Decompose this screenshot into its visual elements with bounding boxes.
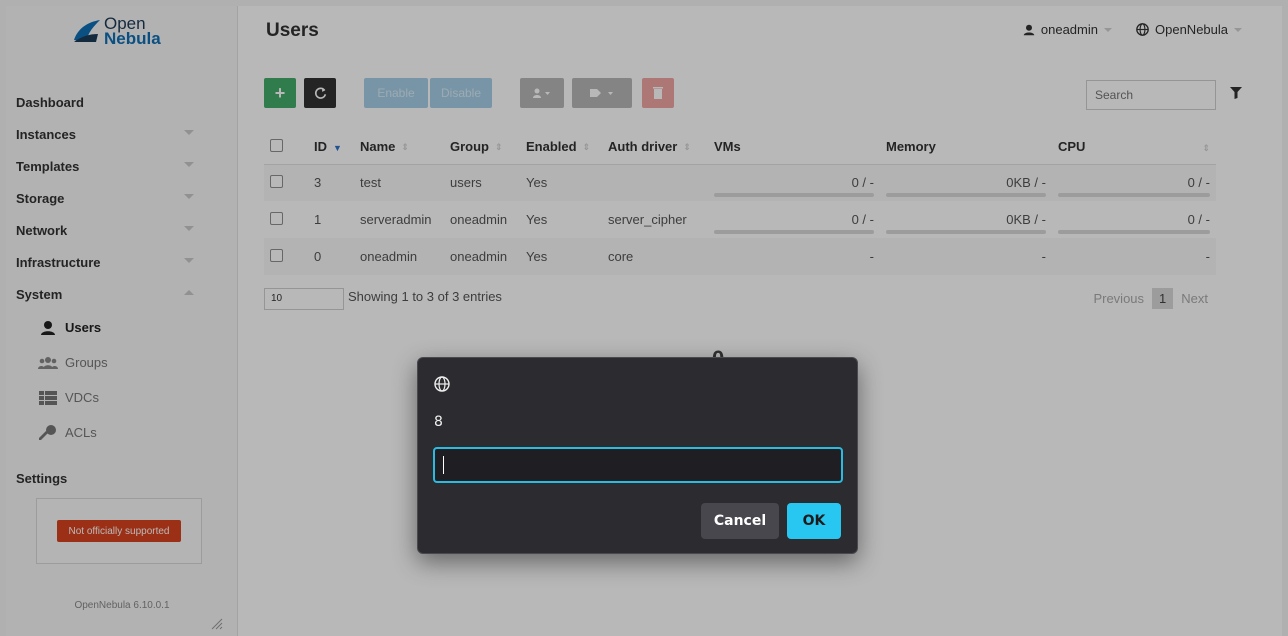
cancel-button[interactable]: Cancel [701,503,779,539]
text-cursor [443,456,444,474]
ok-button[interactable]: OK [787,503,841,539]
globe-icon [434,376,450,392]
dialog-input[interactable] [433,447,843,483]
dialog-message: 8 [434,414,443,430]
prompt-dialog: 8 Cancel OK [417,357,858,554]
